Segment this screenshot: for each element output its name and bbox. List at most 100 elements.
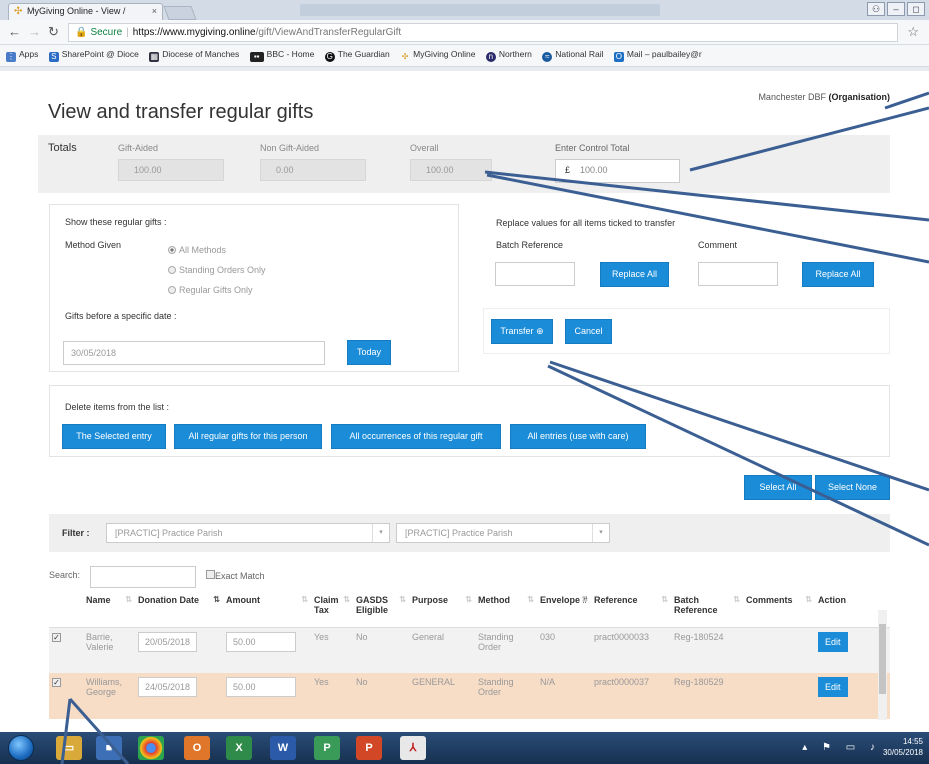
column-header-amount[interactable]: Amount ⇅ <box>223 591 311 628</box>
select-none-button[interactable]: Select None <box>815 475 890 500</box>
system-clock[interactable]: 14:55 30/05/2018 <box>883 736 923 758</box>
bookmark-northern[interactable]: n Northern <box>485 49 532 62</box>
bookmark-star-icon[interactable]: ☆ <box>907 24 919 40</box>
column-header-name[interactable]: Name ⇅ <box>83 591 135 628</box>
powerpoint-icon[interactable]: P <box>356 736 382 760</box>
tab-title: MyGiving Online - View / <box>27 6 126 16</box>
browser-tab[interactable]: ✣ MyGiving Online - View / × <box>8 3 163 20</box>
amount-field[interactable]: 50.00 <box>226 677 296 697</box>
comment-input[interactable] <box>698 262 778 286</box>
row-select-cell[interactable]: ✓ <box>49 627 83 673</box>
batch-reference-input[interactable] <box>495 262 575 286</box>
radio-standing-orders[interactable]: Standing Orders Only <box>168 265 266 275</box>
cancel-button[interactable]: Cancel <box>565 319 612 344</box>
select-column-header <box>49 591 83 628</box>
bookmark-label: Diocese of Manches <box>162 49 240 59</box>
delete-all-occurrences-button[interactable]: All occurrences of this regular gift <box>331 424 501 449</box>
date-field[interactable]: 24/05/2018 <box>138 677 198 697</box>
table-row[interactable]: ✓ Barrie, Valerie 20/05/2018 50.00 Yes N… <box>49 627 890 673</box>
parish-select-1[interactable]: [PRACTIC] Practice Parish ▾ <box>106 523 390 543</box>
minimize-icon[interactable]: – <box>887 2 905 16</box>
bookmark-apps[interactable]: ⋮ Apps <box>6 49 38 62</box>
tab-close-icon[interactable]: × <box>152 6 157 16</box>
back-icon[interactable]: ← <box>8 25 21 39</box>
delete-all-person-gifts-button[interactable]: All regular gifts for this person <box>174 424 322 449</box>
show-gifts-label: Show these regular gifts : <box>65 217 167 227</box>
cell-date: 24/05/2018 <box>135 673 223 719</box>
bookmark-sharepoint[interactable]: S SharePoint @ Dioce <box>48 49 139 62</box>
chrome-icon[interactable] <box>138 736 164 760</box>
excel-icon[interactable]: X <box>226 736 252 760</box>
checkbox-checked-icon[interactable]: ✓ <box>52 632 61 642</box>
scrollbar-thumb[interactable] <box>879 624 886 694</box>
today-button[interactable]: Today <box>347 340 391 365</box>
mygiving-favicon-icon: ✣ <box>14 6 23 17</box>
checkbox-checked-icon[interactable]: ✓ <box>52 678 61 687</box>
bookmark-guardian[interactable]: G The Guardian <box>324 49 390 62</box>
bookmark-mail[interactable]: O Mail – paulbailey@r <box>613 49 702 62</box>
sort-icon: ⇅ <box>125 595 132 604</box>
table-row[interactable]: ✓ Williams, George 24/05/2018 50.00 Yes … <box>49 673 890 719</box>
delete-selected-entry-button[interactable]: The Selected entry <box>62 424 166 449</box>
column-header-envelope[interactable]: Envelope # ⇅ <box>537 591 591 628</box>
bookmark-bbc[interactable]: ▪▪ BBC - Home <box>249 49 314 62</box>
windows-start-icon[interactable] <box>8 735 34 761</box>
bookmark-diocese[interactable]: ▦ Diocese of Manches <box>149 49 239 62</box>
radio-all-methods[interactable]: All Methods <box>168 245 226 255</box>
currency-symbol: £ <box>565 165 571 175</box>
bookmark-label: Apps <box>19 49 39 59</box>
publisher-icon[interactable]: P <box>314 736 340 760</box>
new-tab-button[interactable] <box>163 6 197 20</box>
amount-field[interactable]: 50.00 <box>226 631 296 652</box>
date-input[interactable]: 30/05/2018 <box>63 341 325 365</box>
search-input[interactable] <box>90 566 196 588</box>
url-input[interactable]: 🔒 Secure | https://www.mygiving.online/gift… <box>68 23 898 42</box>
reload-icon[interactable]: ↻ <box>48 25 59 39</box>
control-total-input[interactable]: £100.00 <box>555 159 680 183</box>
apps-grid-icon: ⋮ <box>6 52 16 62</box>
table-header-row: Name ⇅ Donation Date ⇅ Amount ⇅ Claim Tax ⇅ … <box>49 591 890 628</box>
column-label: Claim Tax <box>314 595 339 615</box>
cell-envelope: N/A <box>537 673 591 719</box>
transfer-button[interactable]: Transfer ⊕ <box>491 319 553 344</box>
maximize-icon[interactable]: ◻ <box>907 2 925 16</box>
northern-icon: n <box>485 52 496 62</box>
row-select-cell[interactable]: ✓ <box>49 673 83 719</box>
filter-bar: Filter : [PRACTIC] Practice Parish ▾ [PRA… <box>49 514 890 552</box>
exact-match-checkbox[interactable]: Exact Match <box>206 570 265 581</box>
replace-all-comment-button[interactable]: Replace All <box>802 262 874 287</box>
delete-all-entries-button[interactable]: All entries (use with care) <box>510 424 646 449</box>
parish-select-2[interactable]: [PRACTIC] Practice Parish ▾ <box>396 523 610 543</box>
replace-all-batch-button[interactable]: Replace All <box>600 262 669 287</box>
edit-button[interactable]: Edit <box>818 677 848 697</box>
date-field[interactable]: 20/05/2018 <box>138 631 198 652</box>
word-icon[interactable]: W <box>270 736 296 760</box>
column-header-batch-reference[interactable]: Batch Reference ⇅ <box>671 591 743 628</box>
sort-asc-icon: ⇅ <box>213 595 220 604</box>
column-header-gasds[interactable]: GASDS Eligible ⇅ <box>353 591 409 628</box>
radio-regular-gifts[interactable]: Regular Gifts Only <box>168 285 253 295</box>
taskbar-app-icon[interactable]: ■ <box>96 736 122 760</box>
file-explorer-icon[interactable]: ▭ <box>56 736 82 760</box>
bookmark-label: Mail – paulbailey@r <box>626 49 702 59</box>
table-scrollbar[interactable] <box>878 610 887 720</box>
bookmark-label: SharePoint @ Dioce <box>61 49 139 59</box>
bookmarks-bar: ⋮ Apps S SharePoint @ Dioce ▦ Diocese of Ma… <box>0 45 929 67</box>
column-header-claim-tax[interactable]: Claim Tax ⇅ <box>311 591 353 628</box>
column-header-method[interactable]: Method ⇅ <box>475 591 537 628</box>
column-header-reference[interactable]: Reference ⇅ <box>591 591 671 628</box>
forward-icon[interactable]: → <box>28 25 41 39</box>
select-all-button[interactable]: Select All <box>744 475 812 500</box>
column-header-donation-date[interactable]: Donation Date ⇅ <box>135 591 223 628</box>
bookmark-national-rail[interactable]: ≈ National Rail <box>542 49 604 62</box>
user-icon[interactable]: ⚇ <box>867 2 885 16</box>
bookmark-mygiving[interactable]: ✣ MyGiving Online <box>400 49 476 62</box>
replace-panel: Replace values for all items ticked to t… <box>483 204 890 306</box>
edit-button[interactable]: Edit <box>818 631 848 652</box>
outlook-icon[interactable]: O <box>184 736 210 760</box>
system-tray-icons[interactable]: ▴ ⚑ ▭ ♪ <box>802 742 881 753</box>
column-label: Amount <box>226 595 260 605</box>
column-header-purpose[interactable]: Purpose ⇅ <box>409 591 475 628</box>
column-header-comments[interactable]: Comments ⇅ <box>743 591 815 628</box>
pdf-reader-icon[interactable]: ⅄ <box>400 736 426 760</box>
